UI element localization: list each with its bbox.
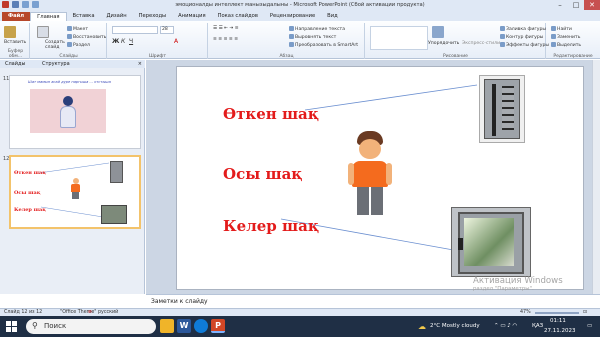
title-bar: эмоционалды интеллект манызыдалыны - Mic… (0, 0, 600, 11)
arrange-icon[interactable] (432, 26, 445, 38)
arrange-button[interactable]: Упорядочить (428, 41, 459, 46)
close-button[interactable]: ✕ (584, 0, 600, 10)
door-image[interactable] (479, 75, 525, 143)
paste-button[interactable]: Вставить (4, 40, 26, 45)
ribbon-tabs: Файл Главная Вставка Дизайн Переходы Ани… (0, 11, 600, 21)
file-explorer-icon[interactable] (160, 319, 174, 333)
new-slide-icon[interactable] (37, 26, 50, 38)
thumb-window-image (101, 205, 127, 224)
vertical-scrollbar[interactable] (592, 60, 600, 294)
window-image[interactable] (451, 207, 531, 277)
windows-taskbar: ⚲ Поиск W P ☁ 2°C Mostly cloudy ⌃ ▭ ♪ ◠ … (0, 316, 600, 337)
slide-past-text[interactable]: Өткен шақ (223, 105, 319, 123)
thumb-past-text: Өткен шақ (14, 170, 46, 176)
tab-review[interactable]: Рецензирование (264, 12, 321, 21)
windows-start-icon[interactable] (6, 321, 17, 332)
quick-styles-button[interactable]: Экспресс-стили (462, 41, 500, 46)
tab-insert[interactable]: Вставка (67, 12, 101, 21)
tab-home[interactable]: Главная (30, 12, 67, 21)
smartart-button[interactable]: Преобразовать в SmartArt (289, 42, 358, 48)
windows-activation-hint: раздел "Параметры". (473, 286, 534, 292)
close-pane-button[interactable]: × (138, 60, 142, 68)
slide-thumbnail-12[interactable]: Өткен шақ Осы шақ Келер шақ (9, 155, 141, 229)
notes-pane[interactable]: Заметки к слайду (146, 294, 600, 308)
taskbar-search-placeholder: Поиск (44, 322, 67, 330)
thumb-person-icon (69, 178, 82, 200)
windows-activation-watermark: Активация Windows (473, 276, 563, 286)
select-button[interactable]: Выделить (551, 42, 581, 48)
word-icon[interactable]: W (177, 319, 191, 333)
section-button[interactable]: Раздел (67, 42, 90, 48)
shape-effects-button[interactable]: Эффекты фигуры (500, 42, 549, 48)
tab-view[interactable]: Вид (321, 12, 344, 21)
editing-group: Найти Заменить Выделить Редактирование (547, 23, 599, 59)
pane-tabs: Слайды Структура × (0, 60, 145, 68)
font-name-select[interactable] (112, 26, 158, 34)
clipboard-group: Вставить Буфер обм... (2, 23, 30, 59)
thumb-future-text: Келер шақ (14, 207, 47, 213)
input-language[interactable]: ҚАЗ (532, 316, 543, 337)
notes-placeholder: Заметки к слайду (151, 298, 208, 305)
tray-icons[interactable]: ⌃ ▭ ♪ ◠ (494, 316, 517, 337)
italic-button[interactable]: К (121, 38, 125, 45)
clock-date[interactable]: 27.11.2023 (544, 326, 576, 337)
slide-thumbnail-11[interactable]: Шат мамып асай дүре наргыша ... отстыша (9, 75, 141, 149)
slides-group: Создать слайд Макет Восстановить Раздел … (31, 23, 107, 59)
weather-text[interactable]: 2°C Mostly cloudy (430, 316, 480, 337)
list-buttons[interactable]: ☰ ☰ ⇤ ⇥ ≡ (213, 26, 239, 31)
tab-slides-pane[interactable]: Слайды (5, 60, 25, 68)
tab-design[interactable]: Дизайн (101, 12, 133, 21)
replace-button[interactable]: Заменить (551, 34, 580, 40)
tab-animations[interactable]: Анимация (172, 12, 211, 21)
bold-button[interactable]: Ж (112, 38, 119, 45)
text-direction-button[interactable]: Направление текста (289, 26, 345, 32)
search-icon: ⚲ (32, 321, 38, 330)
minimize-button[interactable]: – (552, 0, 568, 10)
slide-canvas[interactable]: Өткен шақ Осы шақ Келер шақ Активация Wi… (176, 66, 584, 292)
shape-outline-button[interactable]: Контур фигуры (500, 34, 543, 40)
layout-button[interactable]: Макет (67, 26, 88, 32)
shapes-gallery[interactable] (370, 26, 428, 50)
tab-outline-pane[interactable]: Структура (42, 60, 70, 68)
thumbnail-caption: Шат мамып асай дүре наргыша ... отстыша (28, 80, 111, 84)
notifications-icon[interactable]: ▭ (587, 316, 592, 337)
maximize-button[interactable]: □ (568, 0, 584, 10)
slide-present-text[interactable]: Осы шақ (223, 165, 302, 183)
edge-icon[interactable] (194, 319, 208, 333)
paragraph-group: ☰ ☰ ⇤ ⇥ ≡ ≡ ≡ ≡ ≡ ≡ Направление текста В… (209, 23, 365, 59)
ribbon: Вставить Буфер обм... Создать слайд Маке… (0, 21, 600, 59)
thumb-door-image (110, 161, 123, 183)
drawing-group: Упорядочить Экспресс-стили Заливка фигур… (366, 23, 549, 59)
weather-icon[interactable]: ☁ (418, 316, 426, 337)
align-text-button[interactable]: Выровнять текст (289, 34, 336, 40)
powerpoint-taskbar-icon[interactable]: P (211, 319, 225, 333)
taskbar-search-box[interactable]: ⚲ Поиск (26, 319, 156, 334)
reset-button[interactable]: Восстановить (67, 34, 106, 40)
slide-thumbnail-pane: 11 Шат мамып асай дүре наргыша ... отсты… (0, 68, 145, 294)
align-buttons[interactable]: ≡ ≡ ≡ ≡ ≡ (213, 37, 238, 42)
person-icon[interactable] (347, 131, 393, 217)
font-group: 28 Ж К Ч A Шрифт (108, 23, 208, 59)
status-bar: Слайд 12 из 12 "Office Theme" ⊘ русский … (0, 308, 600, 316)
slide-future-text[interactable]: Келер шақ (223, 217, 319, 235)
underline-button[interactable]: Ч (129, 38, 133, 45)
find-button[interactable]: Найти (551, 26, 572, 32)
window-title: эмоционалды интеллект манызыдалыны - Mic… (175, 2, 425, 8)
new-slide-button[interactable]: Создать слайд (45, 40, 67, 50)
thumbnail-illustration (30, 89, 106, 133)
font-color-button[interactable]: A (174, 38, 178, 45)
thumb-present-text: Осы шақ (14, 190, 41, 196)
tab-slideshow[interactable]: Показ слайдов (212, 12, 264, 21)
paste-icon[interactable] (4, 26, 17, 38)
slide-editing-area: Өткен шақ Осы шақ Келер шақ Активация Wi… (146, 60, 600, 294)
zoom-slider[interactable] (535, 312, 579, 314)
shape-fill-button[interactable]: Заливка фигуры (500, 26, 546, 32)
font-size-select[interactable]: 28 (160, 26, 174, 34)
tab-transitions[interactable]: Переходы (133, 12, 173, 21)
tab-file[interactable]: Файл (2, 12, 31, 21)
